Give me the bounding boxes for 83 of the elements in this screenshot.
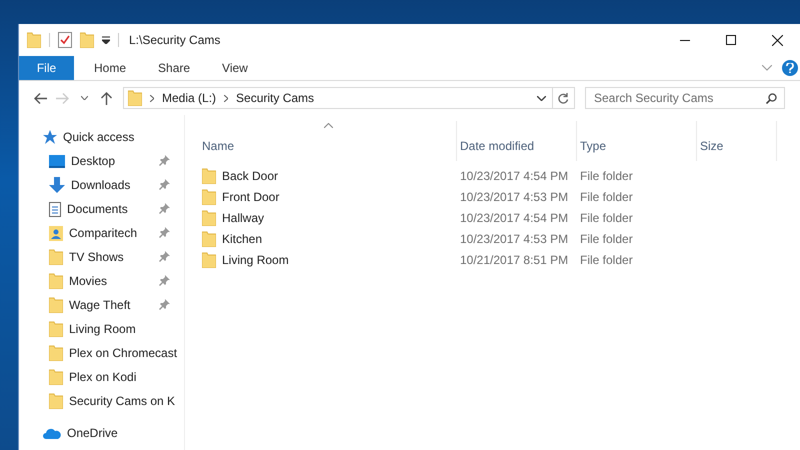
ribbon-tab[interactable]: Share — [142, 56, 206, 80]
address-field[interactable]: Media (L:) Security Cams — [123, 87, 553, 109]
desktop-icon — [49, 154, 65, 168]
file-name[interactable]: Back Door — [222, 168, 278, 182]
table-cell-text: 10/23/2017 4:53 PM — [459, 190, 570, 204]
sidebar-item[interactable]: Comparitech — [69, 226, 138, 240]
ribbon-tab[interactable]: View — [206, 56, 264, 80]
pin-icon — [159, 275, 170, 286]
sidebar-item[interactable]: Plex on Kodi — [69, 370, 136, 384]
column-header[interactable]: Size — [697, 121, 777, 161]
pin-icon — [159, 251, 170, 262]
folder-icon — [49, 345, 63, 361]
table-cell-text: File folder — [579, 210, 634, 224]
folder-icon — [202, 188, 216, 204]
folder-icon — [49, 369, 63, 385]
folder-icon — [49, 273, 63, 289]
help-icon[interactable] — [782, 60, 798, 76]
folder-icon — [27, 32, 41, 48]
down-arrow-icon — [49, 177, 65, 193]
sidebar-item[interactable]: Wage Theft — [69, 298, 130, 312]
file-name[interactable]: Hallway — [222, 210, 264, 224]
refresh-icon — [558, 92, 569, 104]
folder-icon — [202, 168, 216, 184]
star-icon — [43, 130, 57, 144]
file-name[interactable]: Living Room — [222, 252, 289, 266]
column-header[interactable]: Name — [199, 121, 457, 161]
sidebar-item[interactable]: Documents — [67, 202, 128, 216]
table-cell-text: 10/21/2017 8:51 PM — [459, 252, 570, 266]
chevron-right-icon — [150, 94, 154, 102]
file-tab[interactable]: File — [19, 56, 74, 80]
sidebar-item[interactable]: Desktop — [71, 154, 116, 168]
search-field[interactable]: Search Security Cams — [585, 87, 785, 109]
sidebar-item[interactable]: Security Cams on K — [69, 394, 176, 408]
pin-icon — [159, 155, 170, 166]
dropdown-icon[interactable] — [102, 36, 110, 44]
file-name[interactable]: Kitchen — [222, 232, 262, 246]
pin-icon — [159, 203, 170, 214]
sidebar-item[interactable]: Plex on Chromecast — [69, 346, 178, 360]
up-arrow-icon — [100, 92, 112, 104]
sidebar-item[interactable]: Quick access — [63, 130, 134, 144]
folder-icon — [49, 297, 63, 313]
folder-icon — [49, 321, 63, 337]
table-cell-text: File folder — [579, 232, 634, 246]
close-icon — [772, 34, 782, 46]
sidebar-item[interactable]: TV Shows — [69, 250, 124, 264]
sidebar-item[interactable]: Living Room — [69, 322, 136, 336]
folder-icon — [128, 90, 142, 106]
refresh-button[interactable] — [553, 87, 575, 109]
sidebar-item[interactable]: OneDrive — [67, 426, 118, 440]
chevron-right-icon — [224, 94, 228, 102]
sidebar-item[interactable]: Movies — [69, 274, 108, 288]
caret-icon — [80, 96, 88, 100]
folder-icon — [49, 249, 63, 265]
table-cell-text: File folder — [579, 190, 634, 204]
file-name[interactable]: Front Door — [222, 190, 280, 204]
user-folder-icon — [49, 225, 63, 241]
search-icon — [766, 93, 777, 104]
table-cell-text: File folder — [579, 252, 634, 266]
column-header[interactable]: Type — [577, 121, 697, 161]
dropdown-icon[interactable] — [537, 96, 546, 100]
window-title: L:\Security Cams — [129, 33, 220, 47]
cloud-icon — [43, 428, 61, 438]
table-cell-text: 10/23/2017 4:53 PM — [459, 232, 570, 246]
table-cell-text: File folder — [579, 168, 634, 182]
new-folder-icon — [80, 32, 94, 48]
folder-icon — [202, 230, 216, 246]
document-icon — [49, 202, 61, 216]
chevron-icon[interactable] — [762, 65, 772, 71]
pin-icon — [159, 299, 170, 310]
ribbon-tab[interactable]: Home — [78, 56, 142, 80]
folder-icon — [202, 252, 216, 268]
folder-icon — [202, 210, 216, 226]
pin-icon — [159, 179, 170, 190]
breadcrumb[interactable]: Media (L:) — [162, 91, 216, 105]
sidebar-item[interactable]: Downloads — [71, 178, 130, 192]
table-cell-text: 10/23/2017 4:54 PM — [459, 168, 570, 182]
maximize-icon — [726, 35, 736, 45]
breadcrumb[interactable]: Security Cams — [236, 91, 314, 105]
table-cell-text: 10/23/2017 4:54 PM — [459, 210, 570, 224]
column-header[interactable]: Date modified — [457, 121, 577, 161]
pin-icon — [159, 227, 170, 238]
properties-icon[interactable] — [58, 32, 72, 48]
folder-icon — [49, 393, 63, 409]
